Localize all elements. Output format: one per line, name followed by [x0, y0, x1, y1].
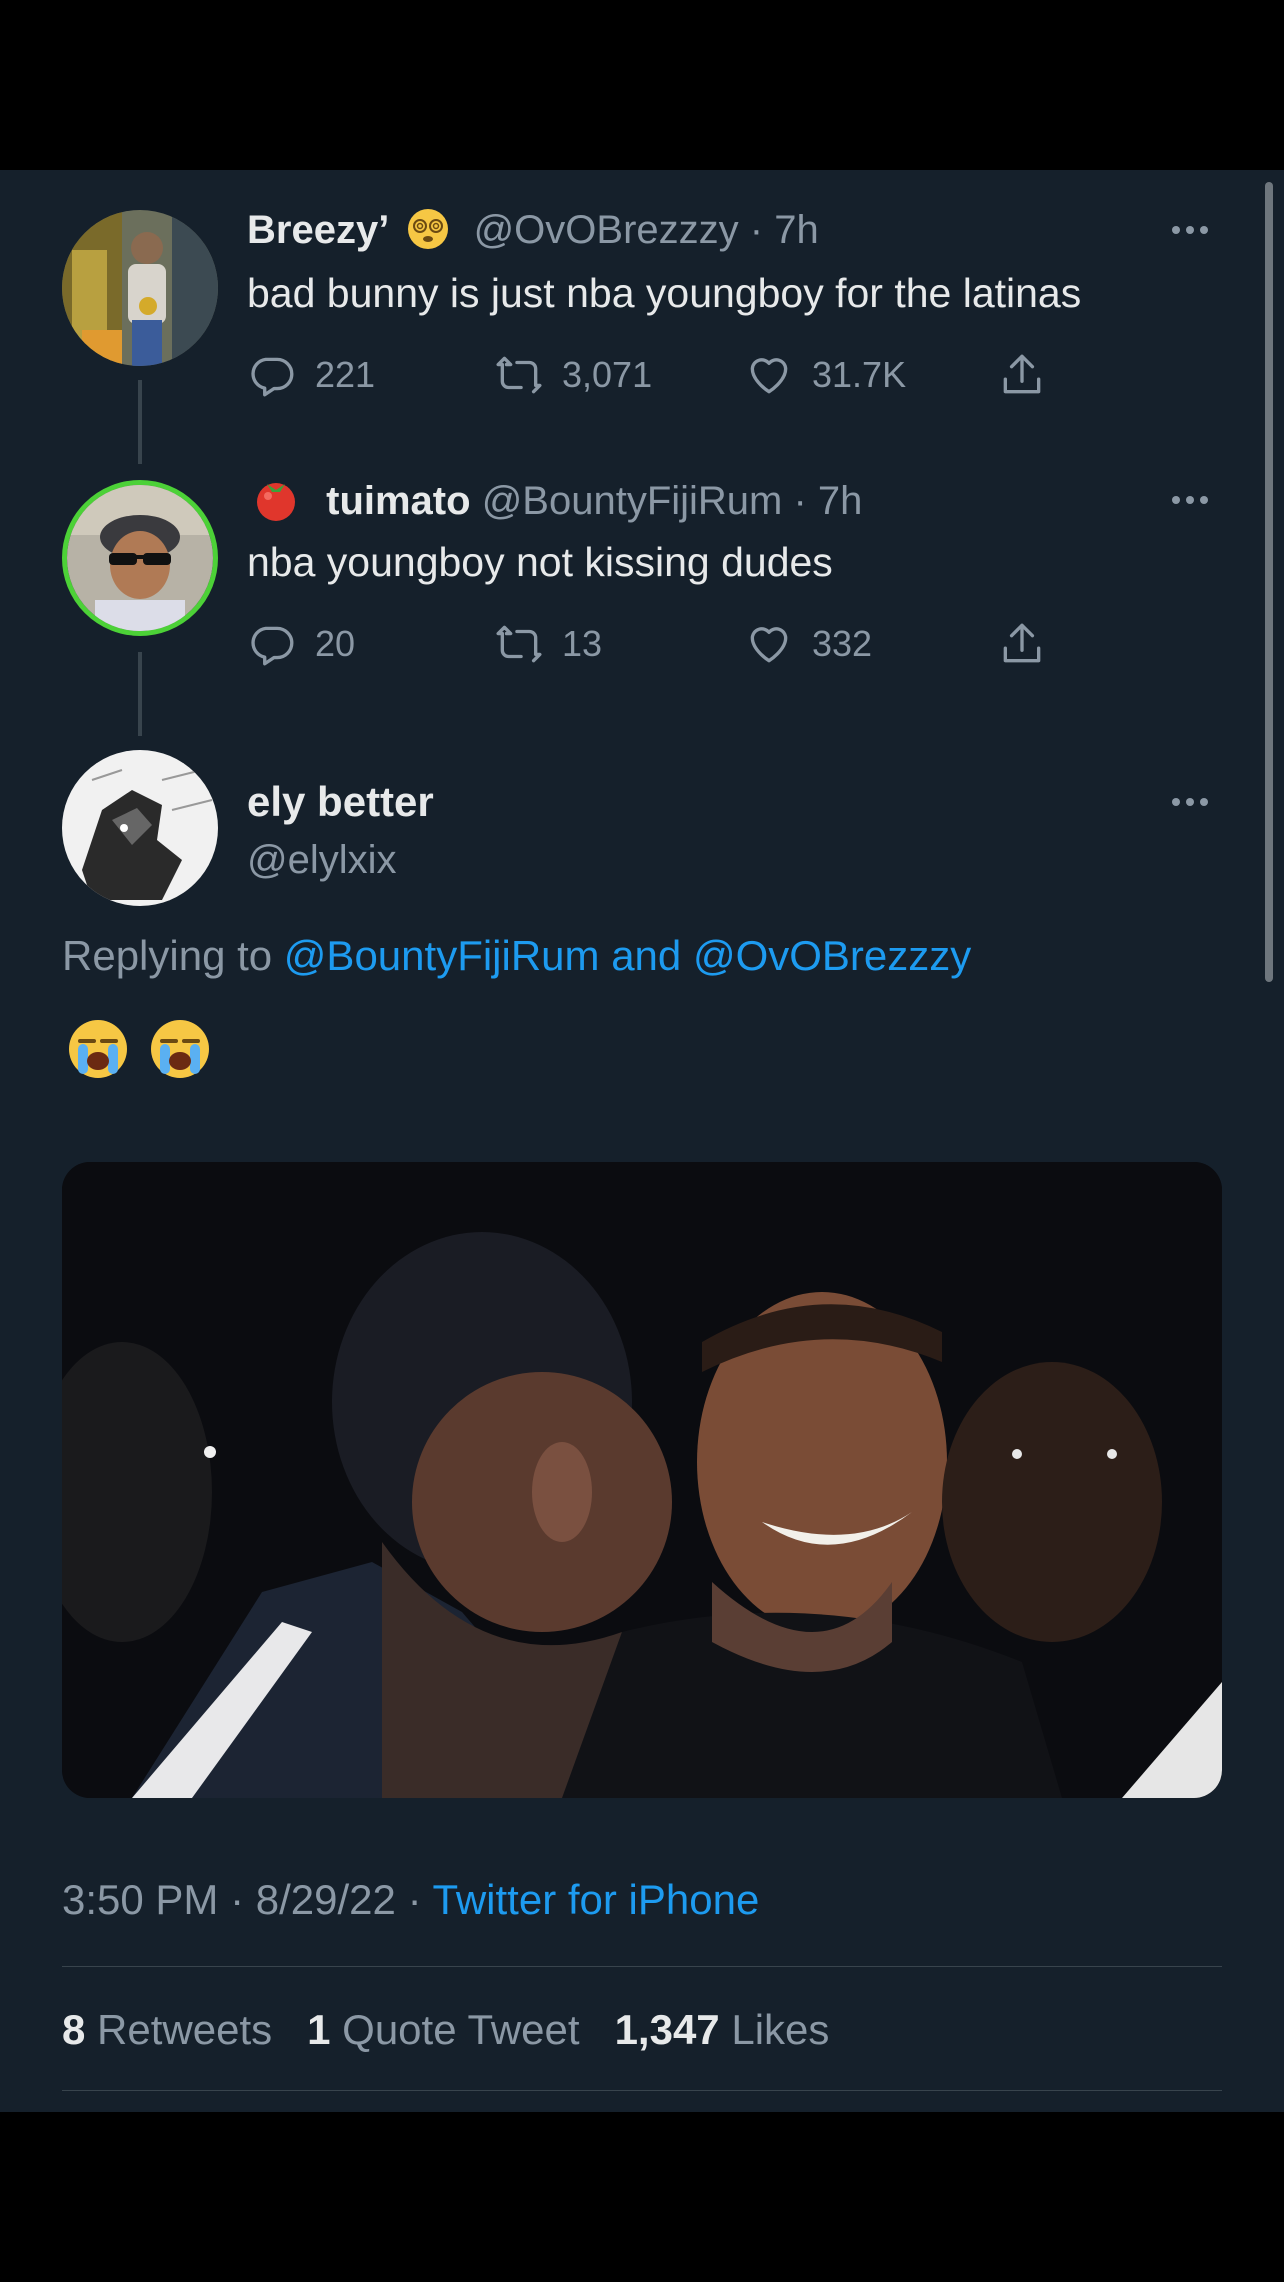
retweet-icon: [496, 356, 542, 394]
handle[interactable]: @OvOBrezzzy: [474, 208, 739, 252]
reply-button[interactable]: 20: [247, 614, 355, 674]
separator: ·: [230, 1876, 245, 1923]
handle[interactable]: @BountyFijiRum: [482, 479, 783, 523]
reply-count: 221: [315, 354, 376, 395]
main-display-name[interactable]: ely better: [247, 778, 434, 826]
tweet-time[interactable]: 3:50 PM: [62, 1876, 218, 1923]
more-options-icon[interactable]: [1172, 226, 1208, 234]
thread-connector-line: [138, 652, 142, 736]
main-handle[interactable]: @elylxix: [247, 836, 397, 884]
top-black-bar: [0, 0, 1284, 170]
like-count: 332: [812, 623, 873, 664]
like-button[interactable]: 332: [744, 614, 872, 674]
avatar-ely-better[interactable]: [62, 750, 218, 906]
tweet-text: bad bunny is just nba youngboy for the l…: [247, 270, 1082, 316]
reply-count: 20: [315, 623, 356, 664]
reply-mention-1[interactable]: @BountyFijiRum: [284, 932, 600, 979]
more-options-icon[interactable]: [1172, 798, 1208, 806]
tweet-date[interactable]: 8/29/22: [256, 1876, 396, 1923]
reply-mention-2[interactable]: @OvOBrezzzy: [693, 932, 971, 979]
display-name[interactable]: Breezy’: [247, 208, 389, 252]
tweet1-header: Breezy’ @OvOBrezzzy · 7h: [247, 206, 819, 254]
heart-icon: [750, 358, 788, 394]
quote-count: 1: [307, 2006, 331, 2053]
reply-icon: [251, 357, 294, 397]
tweet-thread-panel: [0, 170, 1284, 2112]
divider: [62, 1966, 1222, 1967]
avatar-tuimato[interactable]: [62, 480, 218, 636]
tweet2-actions: 20 13 332: [247, 614, 1077, 674]
divider: [62, 2090, 1222, 2091]
screenshot: Breezy’ @OvOBrezzzy · 7h bad bunny is ju…: [0, 0, 1284, 2282]
tweet-source[interactable]: Twitter for iPhone: [433, 1876, 760, 1923]
reply-mention-and[interactable]: and: [611, 932, 681, 979]
dizzy-face-emoji-icon: [406, 207, 450, 251]
loudly-crying-face-icon: [66, 1017, 130, 1081]
retweet-button[interactable]: 3,071: [494, 345, 652, 405]
retweet-icon: [496, 625, 542, 663]
reply-icon: [251, 626, 294, 666]
retweets-count: 8: [62, 2006, 86, 2053]
share-button[interactable]: [997, 345, 1047, 405]
thread-connector-line: [138, 380, 142, 464]
tweet-text: nba youngboy not kissing dudes: [247, 539, 833, 585]
tweet2-header: tuimato @BountyFijiRum · 7h: [247, 476, 862, 525]
retweets-label: Retweets: [97, 2006, 273, 2053]
quote-tweets-stat[interactable]: 1 Quote Tweet: [307, 2006, 579, 2053]
tweet-photo[interactable]: [62, 1162, 1222, 1798]
tomato-icon: [247, 476, 305, 522]
replying-to-label: Replying to: [62, 932, 273, 979]
share-button[interactable]: [997, 614, 1047, 674]
likes-label: Likes: [731, 2006, 830, 2053]
share-icon: [1003, 354, 1041, 394]
display-name[interactable]: ely better: [247, 778, 434, 825]
likes-count: 1,347: [614, 2006, 720, 2053]
retweet-button[interactable]: 13: [494, 614, 602, 674]
retweet-count: 3,071: [562, 354, 653, 395]
retweets-stat[interactable]: 8 Retweets: [62, 2006, 272, 2053]
tweet-stats: 8 Retweets 1 Quote Tweet 1,347 Likes: [62, 2006, 829, 2054]
quote-label: Quote Tweet: [342, 2006, 580, 2053]
scrollbar[interactable]: [1265, 182, 1273, 982]
bottom-black-bar: [0, 2112, 1284, 2282]
reply-button[interactable]: 221: [247, 345, 375, 405]
loudly-crying-face-icon: [148, 1017, 212, 1081]
like-button[interactable]: 31.7K: [744, 345, 906, 405]
share-icon: [1003, 623, 1041, 663]
like-count: 31.7K: [812, 354, 907, 395]
retweet-count: 13: [562, 623, 603, 664]
separator: ·: [407, 1876, 422, 1923]
likes-stat[interactable]: 1,347 Likes: [615, 2006, 830, 2053]
replying-to: Replying to @BountyFijiRum and @OvOBrezz…: [62, 932, 971, 980]
tweet1-actions: 221 3,071 31.7K: [247, 345, 1077, 405]
heart-icon: [750, 627, 788, 663]
avatar-breezy[interactable]: [62, 210, 218, 366]
display-name[interactable]: tuimato: [326, 479, 470, 523]
timestamp[interactable]: · 7h: [794, 479, 863, 523]
tweet-meta: 3:50 PM · 8/29/22 · Twitter for iPhone: [62, 1876, 759, 1924]
more-options-icon[interactable]: [1172, 496, 1208, 504]
timestamp[interactable]: · 7h: [750, 208, 819, 252]
